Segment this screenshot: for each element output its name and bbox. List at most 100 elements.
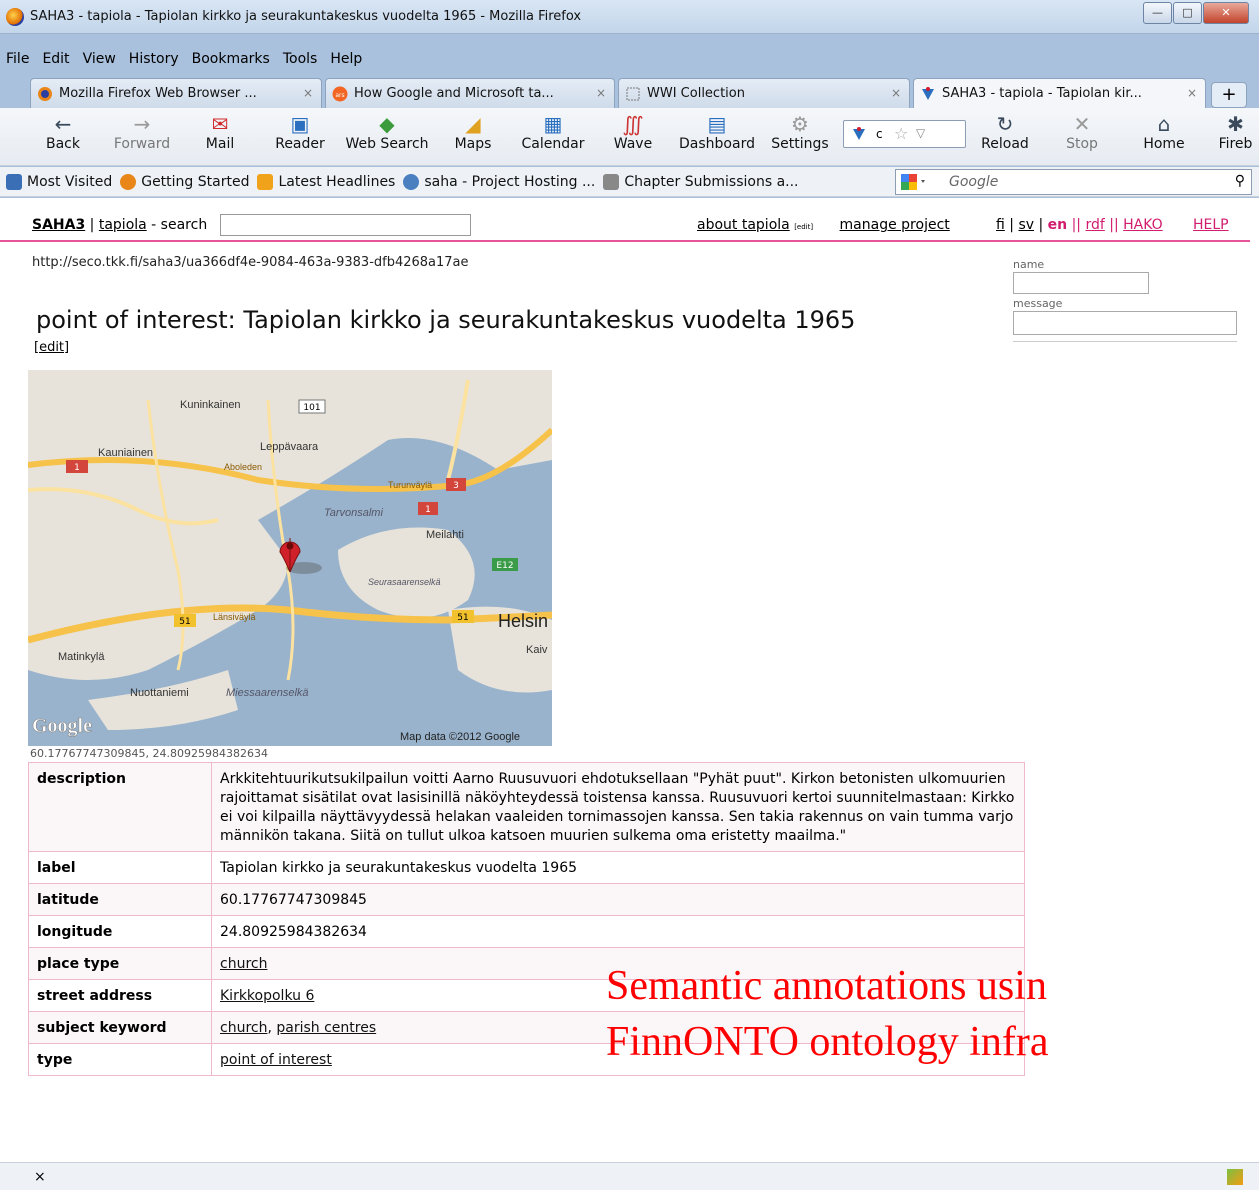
help-link[interactable]: HELP — [1193, 217, 1229, 233]
brand: SAHA3 | tapiola - search — [32, 217, 207, 233]
close-addon-bar-icon[interactable]: × — [34, 1169, 46, 1185]
bookmark-chapter-submissions[interactable]: Chapter Submissions a... — [603, 173, 799, 190]
menu-bookmarks[interactable]: Bookmarks — [192, 51, 270, 67]
keyword-link[interactable]: church — [220, 1020, 267, 1036]
navigation-toolbar: ← Back → Forward ✉ Mail ▣ Reader ◆ Web S… — [0, 108, 1259, 166]
map-label: Nuottaniemi — [130, 687, 189, 699]
menu-file[interactable]: File — [6, 51, 29, 67]
new-tab-button[interactable]: + — [1211, 82, 1247, 108]
property-value: Arkkitehtuurikutsukilpailun voitti Aarno… — [211, 762, 1025, 852]
gear-icon: ⚙ — [791, 112, 809, 136]
web-search-button[interactable]: ◆ Web Search — [340, 112, 434, 152]
keyword-link[interactable]: parish centres — [276, 1020, 376, 1036]
manage-project-link[interactable]: manage project — [840, 217, 950, 233]
reload-button[interactable]: ↻ Reload — [977, 112, 1033, 152]
edit-link[interactable]: [edit] — [34, 340, 69, 355]
property-key: longitude — [28, 915, 212, 948]
tab-close-icon[interactable]: × — [596, 86, 606, 100]
road — [28, 487, 219, 526]
road — [146, 399, 185, 671]
road-shield: 51 — [174, 614, 196, 627]
property-value: Tapiolan kirkko ja seurakuntakeskus vuod… — [211, 851, 1025, 884]
table-row: description Arkkitehtuurikutsukilpailun … — [28, 762, 1025, 852]
web-search-icon: ◆ — [379, 112, 395, 136]
property-key: description — [28, 762, 212, 852]
reader-button[interactable]: ▣ Reader — [272, 112, 328, 152]
map-label: Helsin — [498, 611, 548, 631]
bookmark-most-visited[interactable]: Most Visited — [6, 173, 112, 190]
firefox-icon — [120, 173, 137, 190]
minimize-button[interactable]: — — [1143, 2, 1172, 24]
search-icon[interactable]: ⚲ — [1235, 173, 1245, 189]
menu-history[interactable]: History — [129, 51, 179, 67]
star-icon[interactable]: ☆ — [894, 124, 908, 143]
home-label: Home — [1143, 136, 1185, 152]
project-link[interactable]: tapiola — [99, 217, 147, 233]
firebug-button[interactable]: ✱ Fireb — [1212, 112, 1259, 152]
dashboard-button[interactable]: ▤ Dashboard — [674, 112, 760, 152]
addon-icon[interactable] — [1227, 1169, 1243, 1185]
search-bar[interactable]: Google ⚲ — [895, 169, 1252, 195]
reader-icon: ▣ — [290, 112, 310, 136]
name-input[interactable] — [1013, 272, 1149, 294]
url-bar[interactable]: c ☆ ▽ — [843, 120, 966, 148]
saha-icon — [853, 127, 865, 140]
location-map[interactable]: 101 1 3 1 E12 51 51 Kuninkainen Leppävaa… — [28, 370, 552, 746]
back-button[interactable]: ← Back — [40, 112, 86, 152]
bookmarks-toolbar: Most Visited Getting Started Latest Head… — [0, 167, 1259, 197]
tab-close-icon[interactable]: × — [891, 86, 901, 100]
menu-view[interactable]: View — [83, 51, 116, 67]
mail-button[interactable]: ✉ Mail — [198, 112, 242, 152]
bookmark-saha-project[interactable]: saha - Project Hosting ... — [403, 173, 595, 190]
property-value: 60.17767747309845 — [211, 883, 1025, 916]
tab-ars[interactable]: ars How Google and Microsoft ta... × — [325, 78, 615, 108]
map-canvas[interactable]: 101 1 3 1 E12 51 51 Kuninkainen Leppävaa… — [28, 370, 552, 746]
saha-search-input[interactable] — [220, 214, 471, 236]
wave-icon: ∭ — [622, 112, 644, 136]
saha3-link[interactable]: SAHA3 — [32, 217, 85, 233]
menu-help[interactable]: Help — [330, 51, 362, 67]
calendar-button[interactable]: ▦ Calendar — [516, 112, 590, 152]
tab-saha3[interactable]: SAHA3 - tapiola - Tapiolan kir... × — [913, 78, 1206, 108]
type-link[interactable]: point of interest — [220, 1052, 332, 1068]
map-label: Seurasaarenselkä — [368, 577, 441, 587]
chevron-down-icon[interactable]: ▽ — [916, 126, 925, 140]
message-input[interactable] — [1013, 311, 1237, 335]
tab-close-icon[interactable]: × — [1187, 86, 1197, 100]
home-button[interactable]: ⌂ Home — [1138, 112, 1190, 152]
menu-edit[interactable]: Edit — [42, 51, 69, 67]
place-type-link[interactable]: church — [220, 956, 267, 972]
language-links: fi | sv | en || rdf || HAKO — [996, 217, 1163, 233]
tab-close-icon[interactable]: × — [303, 86, 313, 100]
menu-tools[interactable]: Tools — [283, 51, 318, 67]
maximize-button[interactable]: □ — [1173, 2, 1202, 24]
tab-label: SAHA3 - tapiola - Tapiolan kir... — [942, 86, 1142, 101]
bookmark-latest-headlines[interactable]: Latest Headlines — [257, 173, 395, 190]
street-address-link[interactable]: Kirkkopolku 6 — [220, 988, 314, 1004]
lang-sv-link[interactable]: sv — [1018, 217, 1034, 233]
about-edit-badge[interactable]: [edit] — [794, 223, 813, 231]
reload-label: Reload — [981, 136, 1029, 152]
shield-label: 1 — [74, 463, 80, 473]
wave-button[interactable]: ∭ Wave — [609, 112, 657, 152]
search-engine-icon[interactable] — [899, 171, 929, 193]
tab-wwi[interactable]: WWI Collection × — [618, 78, 910, 108]
bookmark-getting-started[interactable]: Getting Started — [120, 173, 249, 190]
forward-button[interactable]: → Forward — [108, 112, 176, 152]
back-arrow-icon: ← — [54, 112, 72, 136]
most-visited-icon — [6, 173, 22, 190]
dashboard-icon: ▤ — [707, 112, 727, 136]
map-label: Kuninkainen — [180, 399, 241, 411]
hako-link[interactable]: HAKO — [1123, 217, 1163, 233]
stop-button[interactable]: ✕ Stop — [1060, 112, 1104, 152]
bookmark-label: Chapter Submissions a... — [624, 173, 799, 190]
close-window-button[interactable]: ✕ — [1203, 2, 1249, 24]
tab-mozilla[interactable]: Mozilla Firefox Web Browser ... × — [30, 78, 322, 108]
settings-button[interactable]: ⚙ Settings — [768, 112, 832, 152]
maps-button[interactable]: ◢ Maps — [450, 112, 496, 152]
about-project-link[interactable]: about tapiola — [697, 217, 790, 233]
firefox-icon — [6, 8, 24, 26]
lang-fi-link[interactable]: fi — [996, 217, 1005, 233]
rdf-link[interactable]: rdf — [1085, 217, 1104, 233]
map-label: Länsiväylä — [213, 612, 256, 622]
